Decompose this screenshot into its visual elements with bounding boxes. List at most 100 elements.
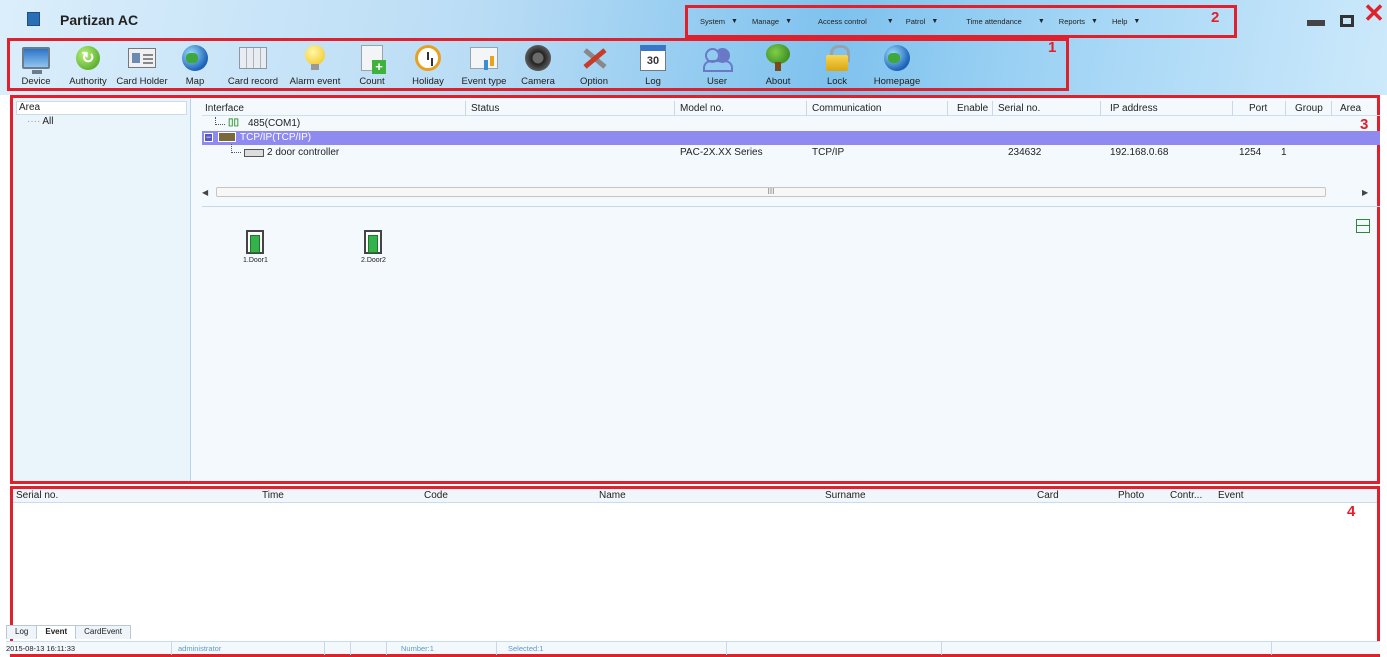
calendar-icon: 30 (640, 45, 666, 71)
minimize-icon (1307, 20, 1325, 26)
device-row-controller[interactable]: 2 door controller PAC-2X.XX Series TCP/I… (202, 144, 1380, 160)
close-button[interactable]: ✕ (1363, 0, 1385, 26)
collapse-icon[interactable]: − (204, 133, 213, 142)
tree-icon (765, 44, 791, 72)
col-area[interactable]: Area (1340, 103, 1370, 114)
toolbar-camera-button[interactable]: Camera (518, 44, 558, 87)
id-card-icon (128, 48, 156, 68)
tab-event[interactable]: Event (36, 625, 77, 639)
chart-icon (470, 47, 498, 69)
scroll-left-icon[interactable]: ◀ (202, 188, 208, 197)
col-model[interactable]: Model no. (680, 103, 724, 114)
toolbar-holiday-button[interactable]: Holiday (410, 44, 446, 87)
door-2[interactable]: 2.Door2 (361, 230, 386, 264)
globe-icon (182, 45, 208, 71)
door-1[interactable]: 1.Door1 (243, 230, 268, 264)
event-grid-header: Serial no. Time Code Name Surname Card P… (13, 489, 1377, 503)
toolbar: Device ↻ Authority Card Holder Map Card r… (7, 38, 1069, 91)
toolbar-option-button[interactable]: Option (576, 44, 612, 87)
menu-time-attendance[interactable]: Time attendance ▼ (966, 17, 1045, 26)
serial-port-icon: ▯▯ (228, 117, 240, 128)
toolbar-lock-button[interactable]: Lock (822, 44, 852, 87)
close-icon: ✕ (1363, 0, 1385, 28)
menu-reports[interactable]: Reports ▼ (1059, 17, 1098, 26)
layout-toggle-icon[interactable] (1356, 219, 1370, 233)
device-grid-hscroll[interactable]: ◀ III ▶ (202, 185, 1380, 199)
chevron-down-icon: ▼ (785, 18, 792, 25)
bulb-icon (304, 45, 326, 71)
toolbar-device-button[interactable]: Device (18, 44, 54, 87)
col-port[interactable]: Port (1249, 103, 1267, 114)
menu-help[interactable]: Help ▼ (1112, 17, 1140, 26)
toolbar-user-button[interactable]: User (702, 44, 733, 87)
door-icon (246, 230, 265, 254)
col-card[interactable]: Card (1037, 490, 1059, 501)
toolbar-alarm-event-button[interactable]: Alarm event (286, 44, 344, 87)
toolbar-card-record-button[interactable]: Card record (224, 44, 282, 87)
app-window: Partizan AC System ▼ Manage ▼ Access contr… (0, 0, 1387, 657)
toolbar-homepage-button[interactable]: Homepage (872, 44, 922, 87)
scroll-right-icon[interactable]: ▶ (1362, 188, 1368, 197)
status-bar: 2015-08-13 16:11:33 administrator Number… (6, 641, 1380, 655)
maximize-button[interactable] (1339, 14, 1355, 28)
app-title: Partizan AC (60, 12, 139, 28)
col-event[interactable]: Event (1218, 490, 1244, 501)
col-interface[interactable]: Interface (205, 103, 244, 114)
area-tree-item-all[interactable]: ···· All (13, 116, 190, 127)
toolbar-about-button[interactable]: About (760, 44, 796, 87)
col-ip[interactable]: IP address (1110, 103, 1158, 114)
tab-log[interactable]: Log (6, 625, 38, 639)
add-document-icon (361, 45, 386, 74)
annotation-2: 2 (1211, 9, 1220, 26)
globe-icon (884, 45, 910, 71)
col-communication[interactable]: Communication (812, 103, 881, 114)
toolbar-event-type-button[interactable]: Event type (460, 44, 508, 87)
area-tree-header: Area (16, 101, 187, 115)
device-row-tcpip[interactable]: − TCP/IP(TCP/IP) (202, 131, 1380, 145)
door-icon (364, 230, 383, 254)
col-serial-no[interactable]: Serial no. (16, 490, 58, 501)
status-datetime: 2015-08-13 16:11:33 (6, 644, 76, 653)
col-serial[interactable]: Serial no. (998, 103, 1040, 114)
col-controller[interactable]: Contr... (1170, 490, 1202, 501)
device-panel: Area ···· All Interface Status Model no. … (10, 95, 1380, 484)
device-row-485[interactable]: ▯▯ 485(COM1) (202, 117, 1380, 131)
minimize-button[interactable] (1306, 14, 1326, 28)
annotation-1: 1 (1048, 39, 1057, 56)
toolbar-card-holder-button[interactable]: Card Holder (116, 44, 168, 87)
toolbar-map-button[interactable]: Map (180, 44, 210, 87)
toolbar-authority-button[interactable]: ↻ Authority (66, 44, 110, 87)
users-icon (703, 46, 733, 72)
maximize-icon (1340, 15, 1354, 27)
scroll-thumb[interactable]: III (216, 187, 1326, 197)
col-photo[interactable]: Photo (1118, 490, 1144, 501)
col-enable[interactable]: Enable (957, 103, 988, 114)
toolbar-log-button[interactable]: 30 Log (638, 44, 668, 87)
col-time[interactable]: Time (262, 490, 284, 501)
monitor-icon (22, 47, 50, 74)
menu-access-control[interactable]: Access control ▼ (818, 17, 894, 26)
tab-card-event[interactable]: CardEvent (75, 625, 131, 639)
tools-icon (580, 45, 608, 71)
device-grid-header: Interface Status Model no. Communication… (202, 101, 1380, 116)
camera-icon (525, 45, 551, 71)
menu-manage[interactable]: Manage ▼ (752, 17, 792, 26)
annotation-3: 3 (1360, 116, 1369, 133)
toolbar-count-button[interactable]: Count (356, 44, 388, 87)
col-group[interactable]: Group (1295, 103, 1323, 114)
main-menu: System ▼ Manage ▼ Access control ▼ Patrol ▼ … (685, 5, 1237, 38)
col-status[interactable]: Status (471, 103, 499, 114)
col-name[interactable]: Name (599, 490, 626, 501)
chevron-down-icon: ▼ (886, 18, 894, 25)
col-code[interactable]: Code (424, 490, 448, 501)
title-bar: Partizan AC System ▼ Manage ▼ Access contr… (0, 0, 1387, 38)
controller-icon (244, 149, 264, 157)
menu-patrol[interactable]: Patrol ▼ (906, 17, 939, 26)
col-surname[interactable]: Surname (825, 490, 866, 501)
alarm-clock-icon (415, 45, 441, 71)
app-logo-icon (27, 12, 40, 26)
chevron-down-icon: ▼ (931, 18, 939, 25)
area-tree: Area ···· All (13, 98, 191, 481)
menu-system[interactable]: System ▼ (700, 17, 738, 26)
door-map: 1.Door1 2.Door2 (202, 206, 1380, 481)
